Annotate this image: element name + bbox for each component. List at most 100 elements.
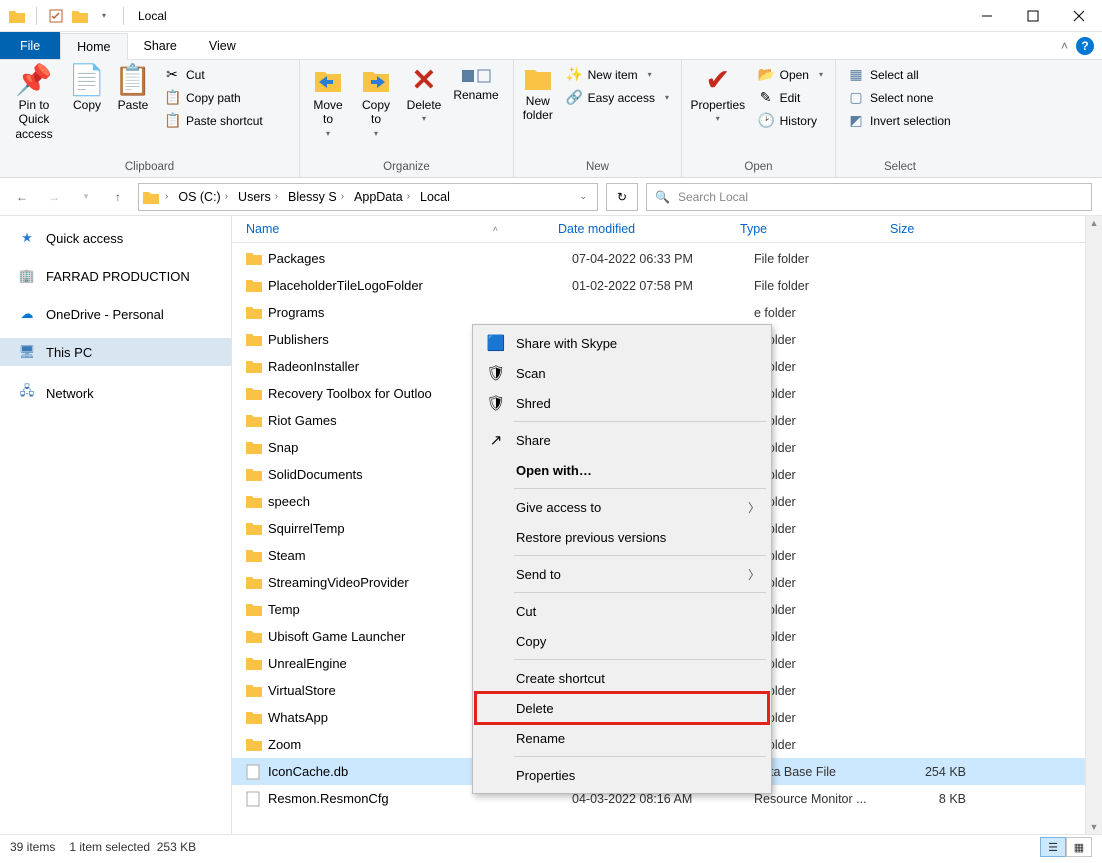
chevron-down-icon[interactable]: ▾	[93, 5, 115, 27]
details-view-button[interactable]: ☰	[1040, 837, 1066, 857]
breadcrumb-item[interactable]: Users›	[234, 190, 282, 204]
invert-selection-button[interactable]: ◩Invert selection	[844, 110, 955, 131]
pin-to-quick-access-button[interactable]: 📌 Pin to Quick access	[6, 62, 62, 145]
col-date[interactable]: Date modified	[558, 222, 740, 236]
breadcrumb-item[interactable]: OS (C:)›	[174, 190, 232, 204]
sidebar-item-network[interactable]: 🖧Network	[0, 376, 231, 410]
new-folder-button[interactable]: New folder	[520, 62, 556, 127]
address-bar[interactable]: › OS (C:)› Users› Blessy S› AppData› Loc…	[138, 183, 598, 211]
qat-dropdown-icon[interactable]	[69, 5, 91, 27]
file-icon	[246, 791, 268, 807]
col-type[interactable]: Type	[740, 222, 890, 236]
file-row[interactable]: PlaceholderTileLogoFolder01-02-2022 07:5…	[232, 272, 1085, 299]
back-button[interactable]: ←	[10, 185, 34, 209]
menu-item-restore-previous-versions[interactable]: Restore previous versions	[476, 522, 768, 552]
search-box[interactable]: 🔍 Search Local	[646, 183, 1092, 211]
menu-item-cut[interactable]: Cut	[476, 596, 768, 626]
menu-item-scan[interactable]: 🛡Scan	[476, 358, 768, 388]
select-none-button[interactable]: ▢Select none	[844, 87, 955, 108]
file-row[interactable]: Programse folder	[232, 299, 1085, 326]
easy-access-button[interactable]: 🔗Easy access▾	[562, 87, 673, 108]
edit-button[interactable]: ✎Edit	[754, 87, 827, 108]
sidebar-item-onedrive[interactable]: ☁OneDrive - Personal	[0, 300, 231, 328]
forward-button[interactable]: →	[42, 185, 66, 209]
sort-icon: ˄	[493, 224, 498, 234]
menu-item-share[interactable]: ↗Share	[476, 425, 768, 455]
qat-properties-icon[interactable]	[45, 5, 67, 27]
file-type: e folder	[754, 522, 904, 536]
file-row[interactable]: Packages07-04-2022 06:33 PMFile folder	[232, 245, 1085, 272]
label: Move to	[308, 98, 348, 127]
move-to-button[interactable]: Move to▾	[306, 62, 350, 142]
menu-item-rename[interactable]: Rename	[476, 723, 768, 753]
menu-item-give-access-to[interactable]: Give access to〉	[476, 492, 768, 522]
menu-item-delete[interactable]: Delete	[476, 693, 768, 723]
collapse-ribbon-icon[interactable]: ˄	[1061, 39, 1068, 53]
monitor-icon: 🖥	[18, 344, 36, 360]
file-date: 01-02-2022 07:58 PM	[572, 279, 754, 293]
menu-item-copy[interactable]: Copy	[476, 626, 768, 656]
crumb-chevron[interactable]: ›	[161, 191, 172, 202]
file-type: e folder	[754, 333, 904, 347]
menu-item-open-with-[interactable]: Open with…	[476, 455, 768, 485]
tab-share[interactable]: Share	[128, 32, 193, 59]
file-type: e folder	[754, 576, 904, 590]
col-name[interactable]: Name˄	[232, 222, 558, 236]
menu-item-create-shortcut[interactable]: Create shortcut	[476, 663, 768, 693]
open-button[interactable]: 📂Open▾	[754, 64, 827, 85]
copy-button[interactable]: 📄 Copy	[66, 62, 108, 116]
large-icons-view-button[interactable]: ▦	[1066, 837, 1092, 857]
open-icon: 📂	[758, 66, 774, 83]
up-button[interactable]: ↑	[106, 185, 130, 209]
recent-locations-icon[interactable]: ▾	[74, 185, 98, 209]
rename-button[interactable]: Rename	[450, 62, 502, 106]
paste-shortcut-button[interactable]: 📋Paste shortcut	[160, 110, 267, 131]
menu-item-send-to[interactable]: Send to〉	[476, 559, 768, 589]
easy-access-icon: 🔗	[566, 89, 582, 106]
drive-icon	[143, 190, 159, 204]
maximize-button[interactable]	[1010, 0, 1056, 32]
help-icon[interactable]: ?	[1076, 37, 1094, 55]
new-folder-icon	[523, 66, 553, 92]
vertical-scrollbar[interactable]: ▲ ▼	[1085, 216, 1102, 834]
search-placeholder: Search Local	[678, 190, 748, 204]
menu-item-share-with-skype[interactable]: 🟦Share with Skype	[476, 328, 768, 358]
breadcrumb-item[interactable]: AppData›	[350, 190, 414, 204]
new-item-button[interactable]: ✨New item▾	[562, 64, 673, 85]
history-button[interactable]: 🕑History	[754, 110, 827, 131]
minimize-button[interactable]	[964, 0, 1010, 32]
col-size[interactable]: Size	[890, 222, 970, 236]
copy-to-button[interactable]: Copy to▾	[354, 62, 398, 142]
sidebar-item-this-pc[interactable]: 🖥This PC	[0, 338, 231, 366]
tab-home[interactable]: Home	[60, 33, 127, 60]
cut-button[interactable]: ✂Cut	[160, 64, 267, 85]
refresh-button[interactable]: ↻	[606, 183, 638, 211]
address-dropdown-icon[interactable]: ⌄	[579, 191, 593, 202]
paste-icon: 📋	[114, 66, 151, 96]
folder-icon	[6, 5, 28, 27]
menu-label: Scan	[516, 366, 546, 381]
folder-icon	[246, 495, 268, 508]
paste-button[interactable]: 📋 Paste	[112, 62, 154, 116]
tab-file[interactable]: File	[0, 32, 60, 59]
folder-icon	[246, 738, 268, 751]
properties-button[interactable]: ✔ Properties▾	[688, 62, 748, 128]
close-button[interactable]	[1056, 0, 1102, 32]
folder-icon	[246, 549, 268, 562]
select-all-button[interactable]: ▦Select all	[844, 64, 955, 85]
ribbon-group-select: ▦Select all ▢Select none ◩Invert selecti…	[836, 60, 964, 177]
menu-item-properties[interactable]: Properties	[476, 760, 768, 790]
copy-path-button[interactable]: 📋Copy path	[160, 87, 267, 108]
scroll-down-icon[interactable]: ▼	[1090, 822, 1099, 832]
scroll-up-icon[interactable]: ▲	[1090, 218, 1099, 228]
folder-icon	[246, 441, 268, 454]
ribbon-group-open: ✔ Properties▾ 📂Open▾ ✎Edit 🕑History Open	[682, 60, 836, 177]
sidebar-item-quick-access[interactable]: ★Quick access	[0, 224, 231, 252]
tab-view[interactable]: View	[193, 32, 252, 59]
cloud-icon: ☁	[18, 306, 36, 322]
sidebar-item-farrad[interactable]: 🏢FARRAD PRODUCTION	[0, 262, 231, 290]
breadcrumb-item[interactable]: Blessy S›	[284, 190, 348, 204]
menu-item-shred[interactable]: 🛡Shred	[476, 388, 768, 418]
breadcrumb-item[interactable]: Local	[416, 190, 454, 204]
delete-button[interactable]: ✕ Delete▾	[402, 62, 446, 128]
